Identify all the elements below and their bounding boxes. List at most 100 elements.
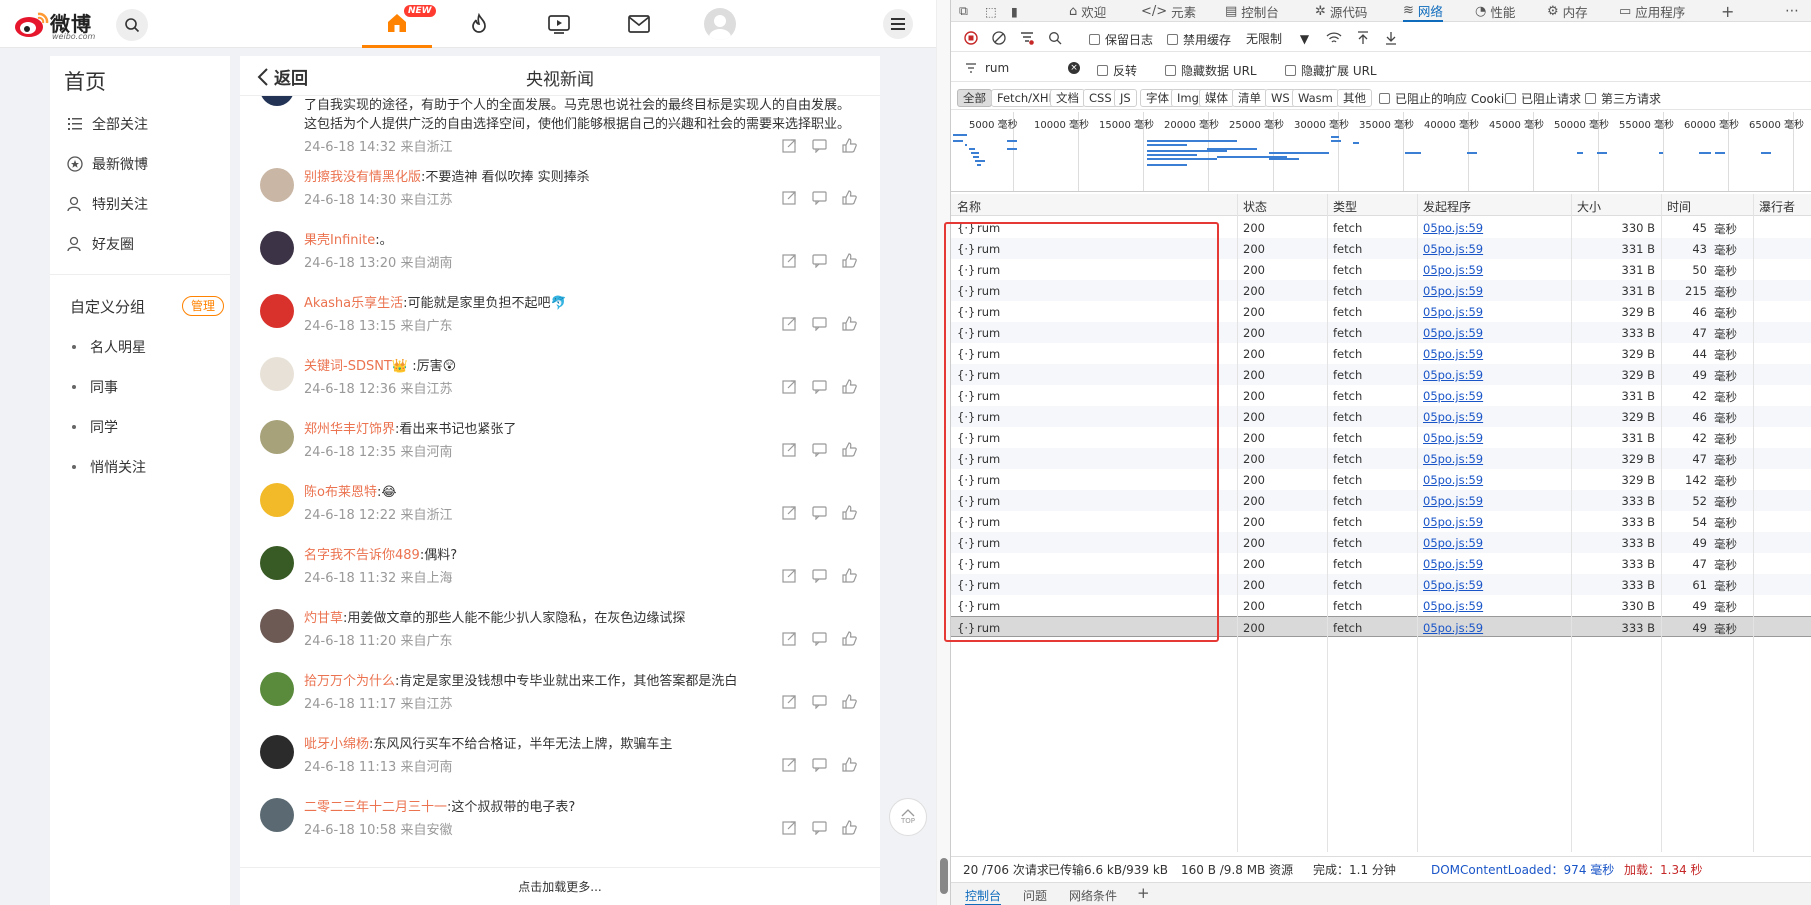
comment-icon[interactable] [810,251,828,269]
like-icon[interactable] [840,755,858,773]
scrollbar-thumb[interactable] [940,858,948,894]
comment-user[interactable]: 陈o布莱恩特 [304,485,377,500]
cell-initiator-link[interactable]: 05po.js:59 [1423,368,1483,382]
like-icon[interactable] [840,818,858,836]
group-item[interactable]: 同学 [72,417,118,437]
cell-initiator-link[interactable]: 05po.js:59 [1423,494,1483,508]
cell-initiator-link[interactable]: 05po.js:59 [1423,221,1483,235]
share-icon[interactable] [780,566,798,584]
cell-initiator-link[interactable]: 05po.js:59 [1423,599,1483,613]
like-icon[interactable] [840,629,858,647]
avatar[interactable] [260,609,294,643]
type-filter-chip[interactable]: Wasm [1292,89,1339,107]
avatar[interactable] [260,735,294,769]
share-icon[interactable] [780,629,798,647]
hide-ext-url-checkbox[interactable]: 隐藏扩展 URL [1285,62,1377,79]
table-row[interactable]: {·} rum 200 fetch 05po.js:59 330 B 45 毫秒 [951,217,1811,238]
throttle-select[interactable]: 无限制 ▼ [1246,30,1309,47]
nav-messages[interactable] [604,0,674,48]
table-row[interactable]: {·} rum 200 fetch 05po.js:59 329 B 46 毫秒 [951,301,1811,322]
comment-icon[interactable] [810,503,828,521]
like-icon[interactable] [840,188,858,206]
comment-icon[interactable] [810,314,828,332]
tab-sources[interactable]: ✲ 源代码 [1315,0,1367,22]
menu-button[interactable] [883,9,913,39]
type-filter-chip[interactable]: CSS [1083,89,1118,107]
add-drawer-tab-icon[interactable]: + [1137,884,1150,902]
table-row[interactable]: {·} rum 200 fetch 05po.js:59 329 B 46 毫秒 [951,406,1811,427]
table-row[interactable]: {·} rum 200 fetch 05po.js:59 333 B 49 毫秒 [951,532,1811,553]
share-icon[interactable] [780,251,798,269]
sidebar-item-latest[interactable]: 最新微博 [66,152,148,176]
type-filter-chip[interactable]: JS [1114,89,1137,107]
group-item[interactable]: 同事 [72,377,118,397]
page-scrollbar[interactable] [936,0,950,905]
share-icon[interactable] [780,692,798,710]
weibo-logo[interactable]: 微博 weibo.com [14,6,106,42]
inspect-icon[interactable]: ⬚ [985,0,997,22]
type-filter-checkbox[interactable]: 已阻止请求 [1505,90,1581,107]
sidebar-item-all-follow[interactable]: 全部关注 [66,112,148,136]
table-row[interactable]: {·} rum 200 fetch 05po.js:59 329 B 47 毫秒 [951,448,1811,469]
nav-home[interactable]: NEW [362,0,436,48]
cell-initiator-link[interactable]: 05po.js:59 [1423,326,1483,340]
share-icon[interactable] [780,136,798,154]
table-row[interactable]: {·} rum 200 fetch 05po.js:59 330 B 49 毫秒 [951,595,1811,616]
sidebar-item-friends[interactable]: 好友圈 [66,232,134,256]
comment-icon[interactable] [810,377,828,395]
group-item[interactable]: 名人明星 [72,337,146,357]
cell-initiator-link[interactable]: 05po.js:59 [1423,410,1483,424]
back-button[interactable]: 返回 [256,64,308,89]
disable-cache-checkbox[interactable]: 禁用缓存 [1167,31,1231,48]
preserve-log-checkbox[interactable]: 保留日志 [1089,31,1153,48]
comment-user[interactable]: 呲牙小绵杨 [304,737,369,752]
type-filter-chip[interactable]: 其他 [1337,89,1372,107]
column-header-name[interactable]: 名称 [957,198,981,215]
clear-filter-icon[interactable]: × [1068,62,1080,74]
like-icon[interactable] [840,251,858,269]
drawer-tab-console[interactable]: 控制台 [965,887,1002,905]
cell-initiator-link[interactable]: 05po.js:59 [1423,284,1483,298]
cell-initiator-link[interactable]: 05po.js:59 [1423,347,1483,361]
group-item[interactable]: 悄悄关注 [72,457,146,477]
avatar[interactable] [260,231,294,265]
avatar[interactable] [260,168,294,202]
filter-input[interactable]: rum × [965,59,1090,77]
avatar[interactable] [260,420,294,454]
table-row[interactable]: {·} rum 200 fetch 05po.js:59 331 B 50 毫秒 [951,259,1811,280]
add-tab-icon[interactable]: + [1721,0,1734,22]
avatar[interactable] [260,798,294,832]
tab-application[interactable]: ▭ 应用程序 [1619,0,1685,22]
share-icon[interactable] [780,818,798,836]
drawer-tab-issues[interactable]: 问题 [1023,887,1047,904]
table-row[interactable]: {·} rum 200 fetch 05po.js:59 331 B 42 毫秒 [951,385,1811,406]
share-icon[interactable] [780,314,798,332]
network-overview[interactable]: 5000 毫秒 10000 毫秒 15000 毫秒 20000 毫秒 25000 毫秒 3… [951,112,1811,192]
import-button[interactable] [1353,28,1373,48]
like-icon[interactable] [840,566,858,584]
sidebar-item-special[interactable]: 特别关注 [66,192,148,216]
hide-data-url-checkbox[interactable]: 隐藏数据 URL [1165,62,1257,79]
invert-checkbox[interactable]: 反转 [1097,62,1137,79]
type-filter-checkbox[interactable]: 第三方请求 [1585,90,1661,107]
export-button[interactable] [1381,28,1401,48]
comment-user[interactable]: 名字我不告诉你489 [304,548,420,563]
type-filter-chip[interactable]: 字体 [1140,89,1175,107]
column-header-size[interactable]: 大小 [1577,198,1601,215]
comment-user[interactable]: 灼甘草 [304,611,343,626]
like-icon[interactable] [840,136,858,154]
avatar[interactable] [260,483,294,517]
comment-icon[interactable] [810,818,828,836]
table-row[interactable]: {·} rum 200 fetch 05po.js:59 333 B 49 毫秒 [951,616,1811,637]
column-header-initiator[interactable]: 发起程序 [1423,198,1471,215]
cell-initiator-link[interactable]: 05po.js:59 [1423,452,1483,466]
cell-initiator-link[interactable]: 05po.js:59 [1423,431,1483,445]
cell-initiator-link[interactable]: 05po.js:59 [1423,621,1483,635]
type-filter-checkbox[interactable]: 已阻止的响应 Cookie [1379,90,1512,107]
share-icon[interactable] [780,440,798,458]
table-row[interactable]: {·} rum 200 fetch 05po.js:59 331 B 42 毫秒 [951,427,1811,448]
drawer-tab-network-conditions[interactable]: 网络条件 [1069,887,1117,904]
type-filter-chip[interactable]: 文档 [1050,89,1085,107]
clear-button[interactable] [989,28,1009,48]
table-row[interactable]: {·} rum 200 fetch 05po.js:59 333 B 61 毫秒 [951,574,1811,595]
